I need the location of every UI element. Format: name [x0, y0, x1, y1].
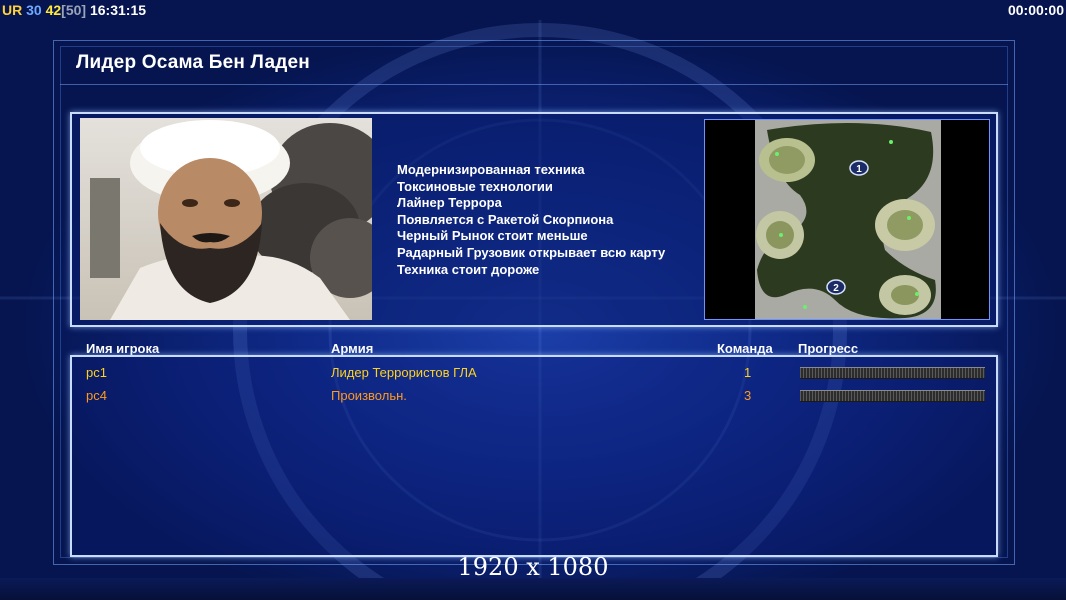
- hud-timer: 00:00:00: [1007, 2, 1064, 18]
- hud-value-1: 30: [26, 2, 42, 18]
- player-progress-bar: [800, 367, 985, 379]
- feature-item: Токсиновые технологии: [397, 178, 553, 194]
- resolution-label: 1920 x 1080: [457, 553, 609, 581]
- player-name: pc1: [86, 365, 107, 380]
- column-header-player: Имя игрока: [86, 341, 160, 356]
- title-divider: [60, 84, 1008, 85]
- feature-item: Радарный Грузовик открывает всю карту: [397, 244, 666, 260]
- general-features-list: Модернизированная техника Токсиновые тех…: [397, 162, 665, 278]
- hud-clock: 16:31:15: [89, 2, 147, 18]
- feature-item: Черный Рынок стоит меньше: [397, 228, 588, 244]
- player-row: pc1 Лидер Террористов ГЛА 1: [0, 362, 1066, 384]
- hud-value-2: 42: [45, 2, 62, 18]
- column-header-army: Армия: [331, 341, 374, 356]
- player-progress-bar: [800, 390, 985, 402]
- bottom-strip: [0, 578, 1066, 600]
- feature-item: Техника стоит дороже: [397, 261, 540, 277]
- feature-item: Лайнер Террора: [397, 195, 502, 211]
- hud-ur: UR: [2, 2, 23, 18]
- svg-text:2: 2: [833, 283, 839, 294]
- player-name: pc4: [86, 388, 107, 403]
- feature-item: Появляется с Ракетой Скорпиона: [397, 211, 614, 227]
- column-header-team: Команда: [717, 341, 773, 356]
- start-position-1[interactable]: 1: [849, 160, 869, 176]
- hud-value-3: [50]: [61, 2, 87, 18]
- svg-text:1: 1: [856, 164, 862, 175]
- column-header-progress: Прогресс: [798, 341, 859, 356]
- player-row: pc4 Произвольн. 3: [0, 385, 1066, 407]
- player-army: Лидер Террористов ГЛА: [331, 365, 477, 380]
- general-title: Лидер Осама Бен Ладен: [76, 52, 310, 73]
- feature-item: Модернизированная техника: [397, 162, 585, 177]
- player-team: 1: [744, 365, 752, 380]
- general-portrait: [80, 118, 372, 320]
- map-preview[interactable]: 1 2: [704, 119, 990, 320]
- top-status-bar: UR 30 42[50] 16:31:15 00:00:00: [0, 0, 1066, 20]
- player-army: Произвольн.: [331, 388, 407, 403]
- hud-stats: UR 30 42[50] 16:31:15: [2, 0, 146, 20]
- start-position-2[interactable]: 2: [826, 279, 846, 295]
- player-team: 3: [744, 388, 752, 403]
